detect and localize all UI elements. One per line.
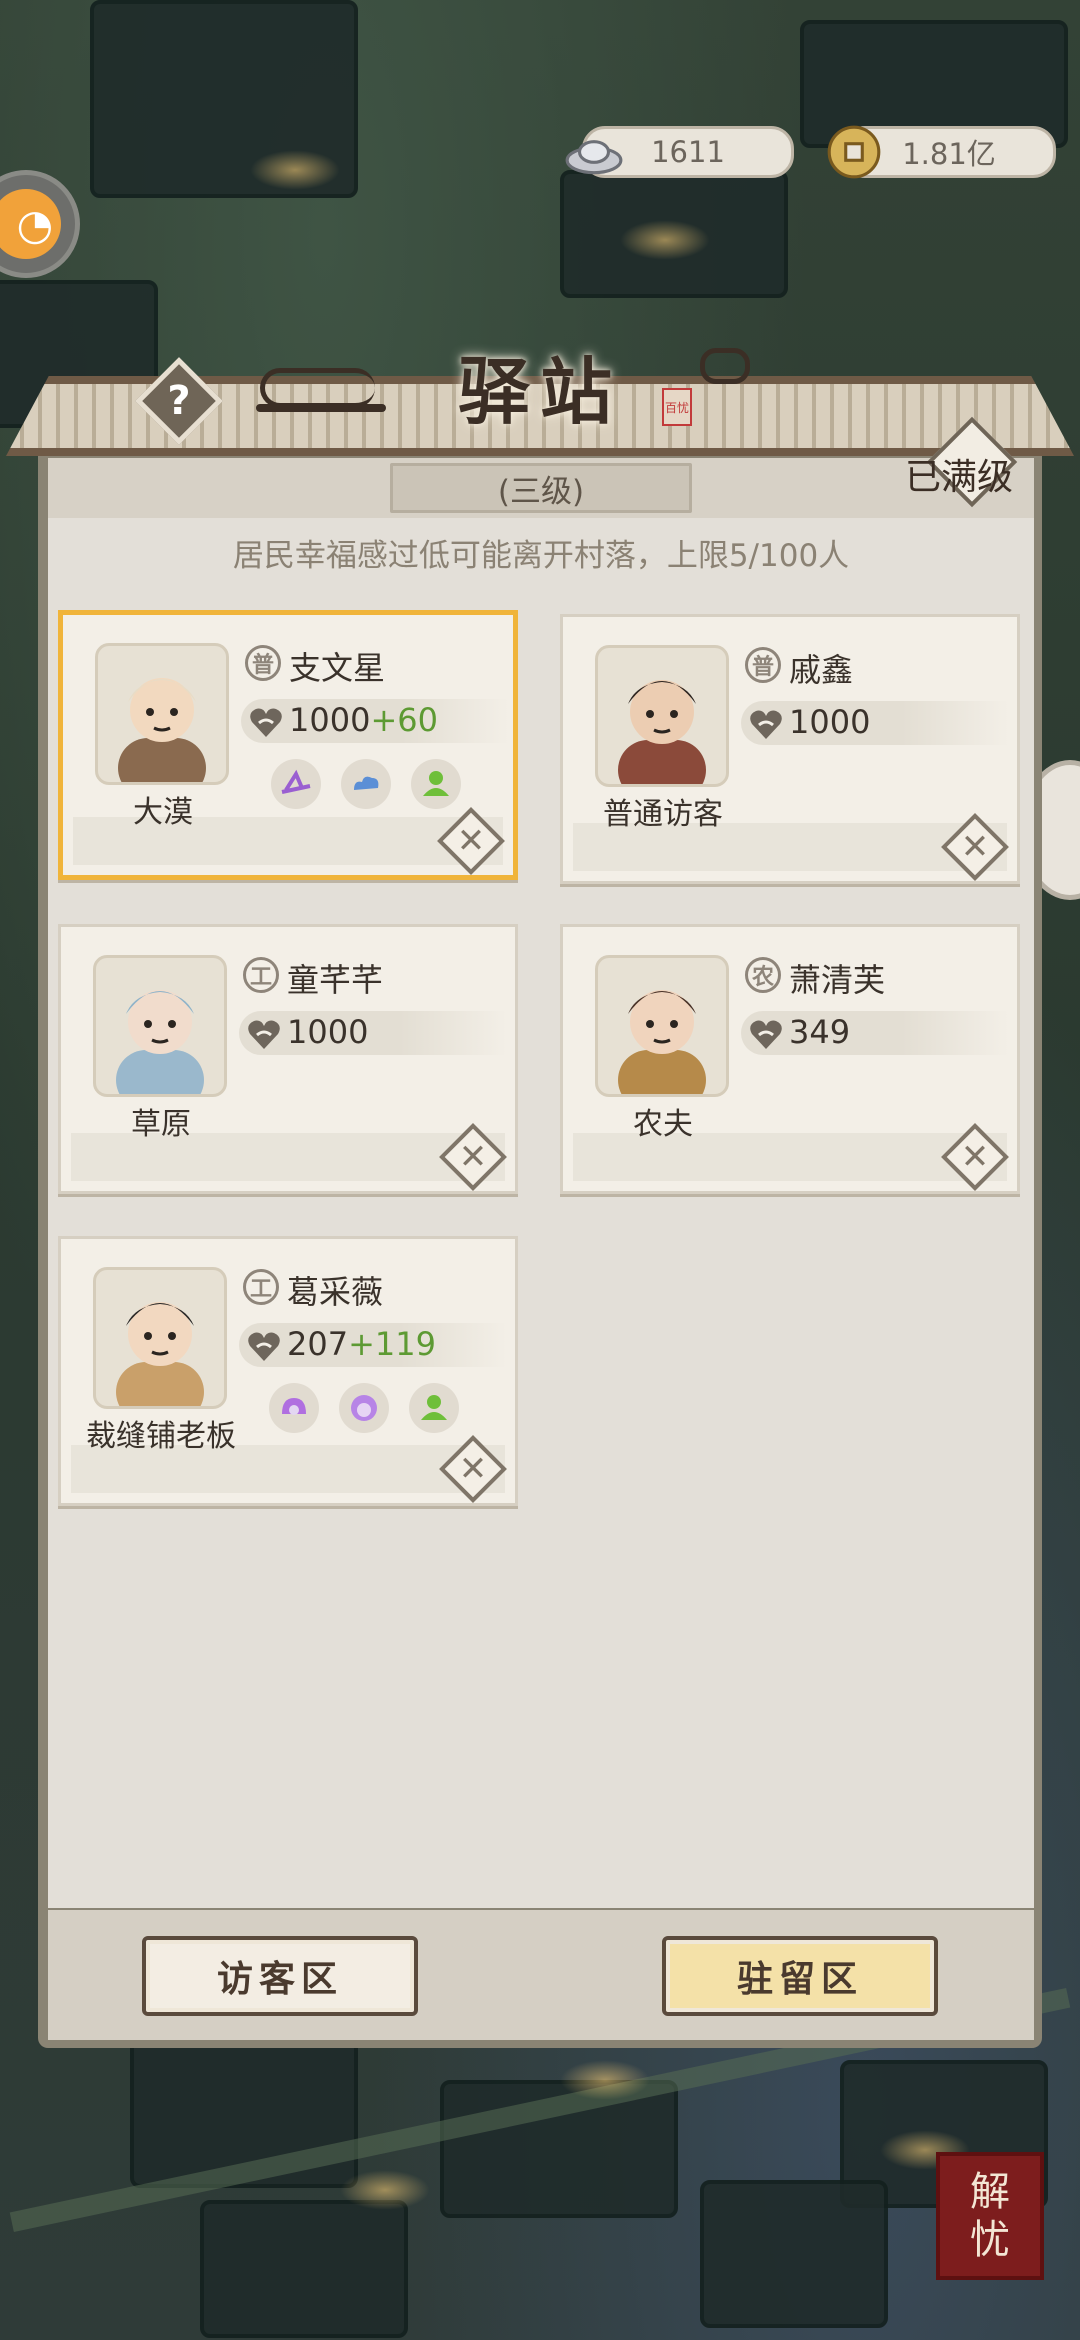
trait-icons <box>271 759 461 809</box>
visitor-type-badge: 工 <box>243 1269 279 1305</box>
visitor-card[interactable]: 农夫 农 萧清芙 349 ✕ <box>560 924 1020 1194</box>
happiness-heart-icon <box>750 1020 782 1049</box>
level-bar: (三级) <box>48 458 1034 518</box>
coin-value: 1.81亿 <box>902 137 996 171</box>
visitor-name: 支文星 <box>289 649 386 687</box>
visitor-avatar <box>93 955 227 1097</box>
silver-value: 1611 <box>651 135 725 169</box>
visitor-type-badge: 普 <box>245 645 281 681</box>
happiness-heart-icon <box>248 1332 280 1361</box>
capacity-notice: 居民幸福感过低可能离开村落，上限5/100人 <box>232 538 850 574</box>
visitor-name: 葛采薇 <box>287 1273 384 1311</box>
cloud-trait-icon[interactable] <box>341 759 391 809</box>
visitor-type-badge: 农 <box>745 957 781 993</box>
corner-seal[interactable]: 解 忧 <box>936 2152 1044 2280</box>
hat-trait-icon[interactable] <box>271 759 321 809</box>
figure-trait-icon[interactable] <box>409 1383 459 1433</box>
helmet-trait-icon[interactable] <box>269 1383 319 1433</box>
happiness-value: 1000 <box>789 703 870 741</box>
happiness-bonus: +119 <box>348 1325 436 1363</box>
silver-counter[interactable]: 1611 <box>565 126 794 178</box>
coin-counter[interactable]: 1.81亿 <box>827 125 1056 179</box>
visitor-avatar <box>95 643 229 785</box>
visitor-name: 萧清芙 <box>789 961 886 999</box>
visitor-card[interactable]: 草原 工 童芊芊 1000 ✕ <box>58 924 518 1194</box>
remove-visitor-button[interactable]: ✕ <box>439 1123 507 1191</box>
happiness-base: 349 <box>789 1013 851 1051</box>
stay-area-button[interactable]: 驻留区 <box>662 1936 938 2016</box>
happiness-value: 349 <box>789 1013 850 1051</box>
remove-visitor-button[interactable]: ✕ <box>941 813 1009 881</box>
panel-title: 驿站 <box>457 348 622 434</box>
close-icon: ✕ <box>458 1449 488 1489</box>
remove-visitor-button[interactable]: ✕ <box>437 807 505 875</box>
max-level-label: 已满级 <box>905 457 1014 498</box>
close-icon: ✕ <box>960 1137 990 1177</box>
title-stamp: 百忧 <box>662 388 692 426</box>
visitor-type-badge: 普 <box>745 647 781 683</box>
seal-char-1: 解 <box>970 2169 1010 2215</box>
help-icon[interactable]: ? <box>148 370 210 432</box>
seal-char-2: 忧 <box>970 2217 1010 2263</box>
happiness-value: 1000+60 <box>289 701 438 739</box>
close-icon: ✕ <box>960 827 990 867</box>
visitor-type-badge: 工 <box>243 957 279 993</box>
happiness-heart-icon <box>250 708 282 737</box>
close-icon: ✕ <box>456 821 486 861</box>
trait-icons <box>269 1383 459 1433</box>
visitor-avatar <box>595 955 729 1097</box>
happiness-value: 207+119 <box>287 1325 436 1363</box>
silver-ingot-icon <box>565 140 623 175</box>
happiness-heart-icon <box>248 1020 280 1049</box>
happiness-base: 1000 <box>287 1013 369 1051</box>
visitor-area-button[interactable]: 访客区 <box>142 1936 418 2016</box>
happiness-heart-icon <box>750 710 782 739</box>
level-label: (三级) <box>390 463 692 513</box>
happiness-base: 1000 <box>789 703 871 741</box>
visitor-card[interactable]: 普通访客 普 戚鑫 1000 ✕ <box>560 614 1020 884</box>
happiness-value: 1000 <box>287 1013 368 1051</box>
visitor-avatar <box>93 1267 227 1409</box>
happiness-bonus: +60 <box>370 701 438 739</box>
visitor-avatar <box>595 645 729 787</box>
visitor-role: 农夫 <box>633 1107 693 1142</box>
visitor-role: 大漠 <box>133 795 193 830</box>
figure-trait-icon[interactable] <box>411 759 461 809</box>
visitor-card[interactable]: 大漠 普 支文星 1000+60 ✕ <box>58 610 518 880</box>
face-trait-icon[interactable] <box>339 1383 389 1433</box>
coin-icon <box>827 125 881 179</box>
side-menu-icon: ◔ <box>0 189 61 259</box>
happiness-base: 207 <box>287 1325 349 1363</box>
visitor-name: 戚鑫 <box>789 651 854 689</box>
visitor-card[interactable]: 裁缝铺老板 工 葛采薇 207+119 ✕ <box>58 1236 518 1506</box>
remove-visitor-button[interactable]: ✕ <box>439 1435 507 1503</box>
happiness-base: 1000 <box>289 701 371 739</box>
close-icon: ✕ <box>458 1137 488 1177</box>
visitor-role: 草原 <box>131 1107 191 1142</box>
visitor-name: 童芊芊 <box>287 961 384 999</box>
visitor-role: 裁缝铺老板 <box>86 1419 236 1454</box>
cloud-ornament-left <box>260 368 375 408</box>
visitor-role: 普通访客 <box>603 797 723 832</box>
remove-visitor-button[interactable]: ✕ <box>941 1123 1009 1191</box>
